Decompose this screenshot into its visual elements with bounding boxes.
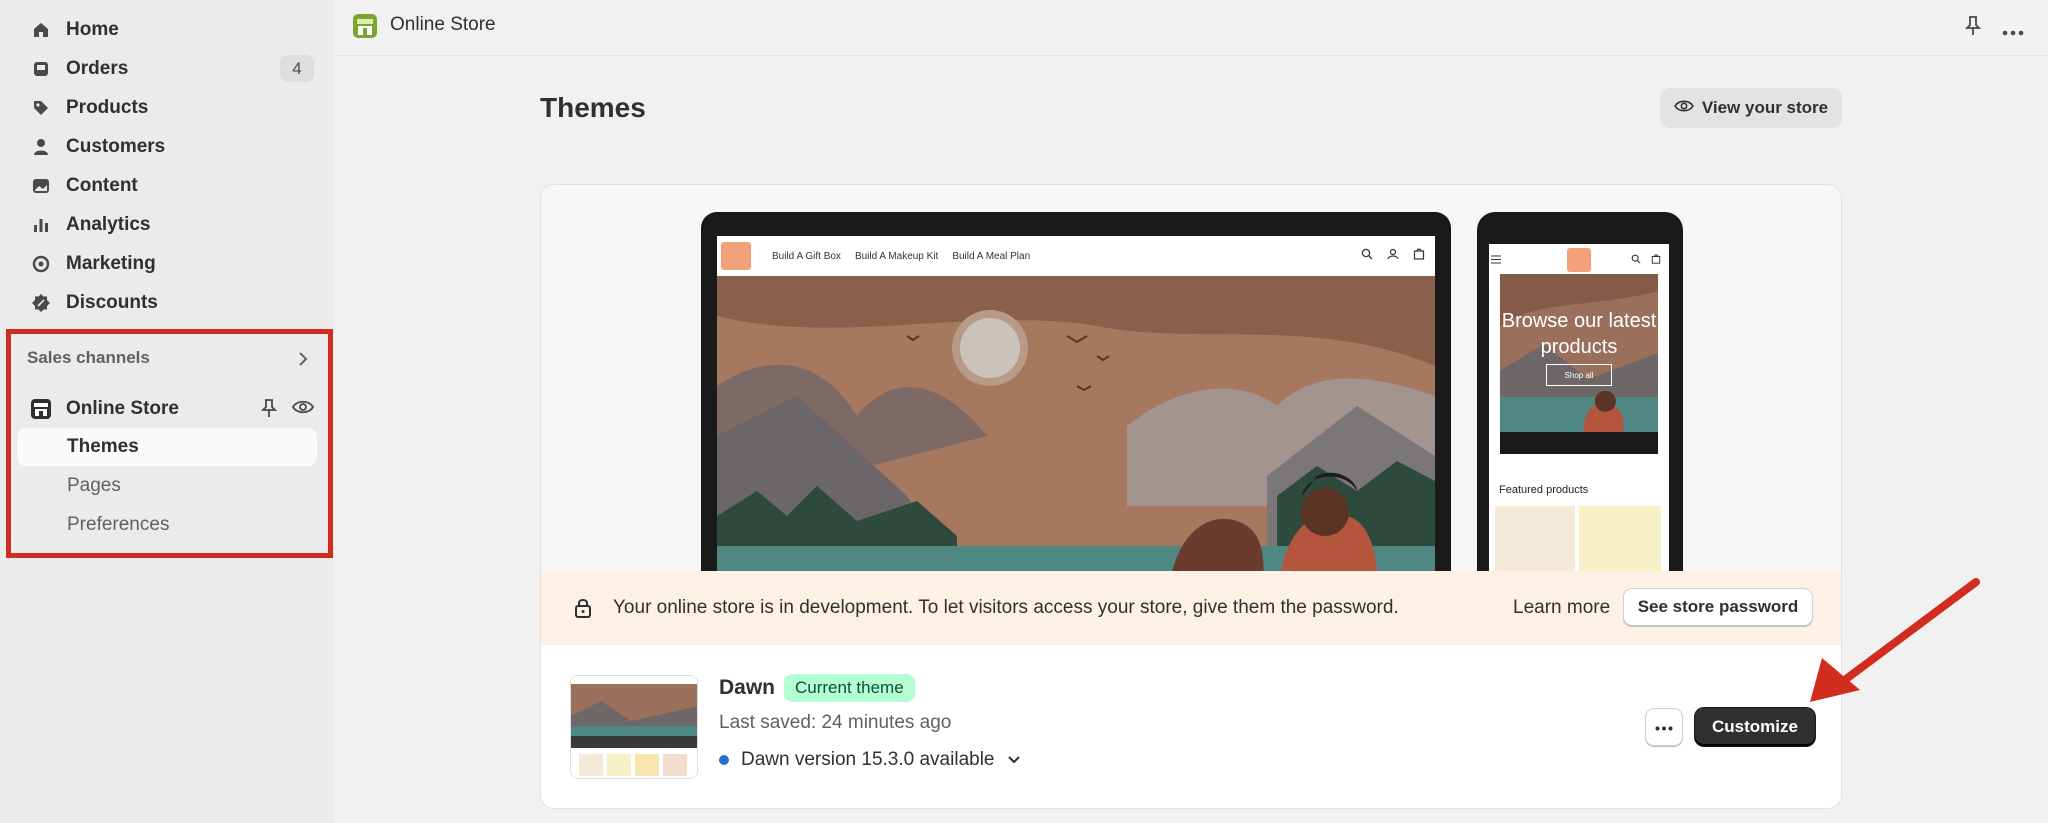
- mobile-preview: Browse our latest products Shop all Feat…: [1477, 212, 1683, 571]
- product-thumbnail: [1579, 506, 1661, 571]
- eye-icon: [1674, 98, 1694, 119]
- customize-button[interactable]: Customize: [1695, 708, 1815, 746]
- sidebar-item-discounts[interactable]: Discounts: [28, 286, 314, 320]
- bar-chart-icon: [28, 212, 54, 238]
- target-icon: [28, 251, 54, 277]
- theme-card: Build A Gift Box Build A Makeup Kit Buil…: [540, 184, 1842, 809]
- view-store-label: View your store: [1701, 98, 1829, 117]
- preview-nav-item: Build A Gift Box: [772, 250, 841, 262]
- sidebar-item-home[interactable]: Home: [28, 13, 314, 47]
- sidebar-item-online-store[interactable]: Online Store: [28, 392, 315, 426]
- menu-icon: [1491, 255, 1501, 264]
- more-horizontal-icon: [1655, 718, 1673, 736]
- sidebar-item-customers[interactable]: Customers: [28, 130, 314, 164]
- sidebar-item-marketing[interactable]: Marketing: [28, 247, 314, 281]
- sidebar-item-label: Content: [66, 175, 138, 196]
- sidebar-item-analytics[interactable]: Analytics: [28, 208, 314, 242]
- preview-nav-item: Build A Makeup Kit: [854, 250, 939, 262]
- theme-thumbnail: [570, 675, 698, 779]
- desktop-preview: Build A Gift Box Build A Makeup Kit Buil…: [701, 212, 1451, 571]
- password-banner: Your online store is in development. To …: [541, 571, 1841, 645]
- mobile-hero-heading: Browse our latest products: [1501, 310, 1657, 358]
- sidebar-item-label: Home: [66, 19, 119, 40]
- cart-icon: [1413, 248, 1425, 260]
- store-logo: [1567, 248, 1591, 272]
- sales-channels-heading[interactable]: Sales channels: [27, 348, 150, 368]
- top-bar: Online Store: [334, 0, 2048, 56]
- pin-icon[interactable]: [260, 398, 278, 423]
- last-saved-text: Last saved: 24 minutes ago: [719, 712, 952, 733]
- sidebar-item-label: Discounts: [66, 292, 158, 313]
- page-title: Themes: [540, 92, 646, 123]
- online-store-app-icon: [352, 13, 378, 44]
- product-thumbnail: [1495, 506, 1575, 571]
- sidebar-item-orders[interactable]: Orders 4: [28, 52, 314, 86]
- sidebar: Home Orders 4 Products Customers Content…: [0, 0, 334, 823]
- eye-icon[interactable]: [291, 398, 315, 423]
- lock-icon: [573, 597, 593, 624]
- featured-products-heading: Featured products: [1499, 484, 1589, 496]
- search-icon: [1631, 254, 1641, 264]
- hero-illustration: [717, 276, 1435, 571]
- preview-nav-item: Build A Meal Plan: [952, 250, 1031, 262]
- store-logo: [721, 242, 751, 270]
- banner-message: Your online store is in development. To …: [613, 597, 1399, 618]
- learn-more-link[interactable]: Learn more: [1513, 597, 1610, 619]
- sidebar-item-preferences[interactable]: Preferences: [17, 506, 317, 544]
- chevron-down-icon: [1007, 749, 1021, 771]
- sidebar-item-pages[interactable]: Pages: [17, 467, 317, 505]
- more-horizontal-icon[interactable]: [2002, 23, 2024, 41]
- annotation-arrow: [1810, 578, 1980, 702]
- sidebar-item-label: Analytics: [66, 214, 151, 235]
- discount-icon: [28, 290, 54, 316]
- theme-name: Dawn: [719, 676, 776, 699]
- image-icon: [28, 173, 54, 199]
- mobile-header: [1489, 244, 1669, 274]
- sidebar-item-content[interactable]: Content: [28, 169, 314, 203]
- person-icon: [28, 134, 54, 160]
- sidebar-item-label: Products: [66, 97, 149, 118]
- topbar-title: Online Store: [390, 14, 496, 35]
- tag-icon: [28, 95, 54, 121]
- sidebar-item-label: Customers: [66, 136, 166, 157]
- status-dot: [719, 755, 729, 765]
- mobile-shop-button: Shop all: [1546, 364, 1612, 386]
- pin-icon[interactable]: [1964, 15, 1982, 42]
- account-icon: [1387, 248, 1399, 260]
- sidebar-item-themes[interactable]: Themes: [17, 428, 317, 466]
- theme-actions-button[interactable]: [1645, 708, 1683, 746]
- cart-icon: [1651, 254, 1661, 264]
- sidebar-item-label: Marketing: [66, 253, 156, 274]
- store-icon: [28, 396, 54, 422]
- orders-count-badge: 4: [280, 55, 314, 82]
- see-store-password-button[interactable]: See store password: [1623, 588, 1813, 626]
- current-theme-badge: Current theme: [784, 674, 915, 702]
- chevron-right-icon[interactable]: [296, 351, 310, 372]
- theme-preview[interactable]: Build A Gift Box Build A Makeup Kit Buil…: [541, 185, 1841, 571]
- orders-icon: [28, 56, 54, 82]
- sidebar-item-label: Orders: [66, 58, 129, 79]
- version-available-dropdown[interactable]: Dawn version 15.3.0 available: [719, 749, 1021, 771]
- search-icon: [1361, 248, 1373, 260]
- online-store-label: Online Store: [66, 398, 179, 419]
- sidebar-item-products[interactable]: Products: [28, 91, 314, 125]
- home-icon: [28, 17, 54, 43]
- version-label: Dawn version 15.3.0 available: [741, 749, 995, 770]
- view-store-button[interactable]: View your store: [1660, 88, 1842, 128]
- preview-site-header: Build A Gift Box Build A Makeup Kit Buil…: [717, 236, 1435, 276]
